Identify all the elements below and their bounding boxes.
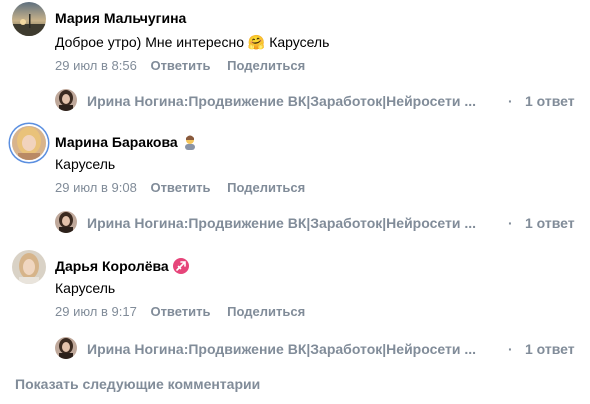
author-name[interactable]: Марина Баракова [55,134,178,150]
share-button[interactable]: Поделиться [227,58,305,73]
brunette-woman-avatar [55,337,77,359]
comment-text: Доброе утро) Мне интересно 🤗 Карусель [55,34,330,50]
author-name[interactable]: Мария Мальчугина [55,10,186,26]
share-button[interactable]: Поделиться [227,180,305,195]
reply-author[interactable]: Ирина Ногина:Продвижение ВК|Заработок|Не… [87,215,497,231]
brunette-woman-avatar [55,89,77,111]
comment-timestamp[interactable]: 29 июл в 9:08 [55,180,137,195]
blonde-woman-avatar[interactable] [12,126,46,160]
show-more-comments-button[interactable]: Показать следующие комментарии [15,376,260,392]
comment-timestamp[interactable]: 29 июл в 8:56 [55,58,137,73]
reply-count[interactable]: 1 ответ [525,93,575,109]
reply-author[interactable]: Ирина Ногина:Продвижение ВК|Заработок|Не… [87,93,497,109]
reply-author[interactable]: Ирина Ногина:Продвижение ВК|Заработок|Не… [87,341,497,357]
comment-author[interactable]: Марина Баракова [55,134,198,153]
person-bowing-emoji-icon [182,134,198,153]
author-name[interactable]: Дарья Королёва [55,258,169,274]
sunset-landscape-avatar[interactable] [12,2,46,36]
reply-separator: · [508,93,513,109]
comment-author[interactable]: Дарья Королёва [55,258,189,277]
reply-separator: · [508,215,513,231]
sagittarius-emoji-icon [172,258,189,277]
comment-meta: 29 июл в 9:17 Ответить Поделиться [55,304,318,319]
reply-count[interactable]: 1 ответ [525,215,575,231]
reply-separator: · [508,341,513,357]
comment-meta: 29 июл в 9:08 Ответить Поделиться [55,180,318,195]
comment-text: Карусель [55,156,116,172]
comment-item: Мария Мальчугина Доброе утро) Мне интере… [0,2,590,126]
comment-item: Дарья Королёва Карусель 29 июл в 9:17 От… [0,250,590,374]
reply-thread-preview[interactable]: Ирина Ногина:Продвижение ВК|Заработок|Не… [55,337,585,361]
comment-timestamp[interactable]: 29 июл в 9:17 [55,304,137,319]
reply-button[interactable]: Ответить [150,304,210,319]
comment-author[interactable]: Мария Мальчугина [55,10,186,26]
reply-thread-preview[interactable]: Ирина Ногина:Продвижение ВК|Заработок|Не… [55,211,585,235]
comment-item: Марина Баракова Карусель 29 июл в 9:08 О… [0,126,590,250]
share-button[interactable]: Поделиться [227,304,305,319]
reply-button[interactable]: Ответить [150,180,210,195]
reply-count[interactable]: 1 ответ [525,341,575,357]
reply-thread-preview[interactable]: Ирина Ногина:Продвижение ВК|Заработок|Не… [55,89,585,113]
comment-text: Карусель [55,280,116,296]
comment-meta: 29 июл в 8:56 Ответить Поделиться [55,58,318,73]
reply-button[interactable]: Ответить [150,58,210,73]
brunette-woman-avatar [55,211,77,233]
woman-portrait-avatar[interactable] [12,250,46,284]
